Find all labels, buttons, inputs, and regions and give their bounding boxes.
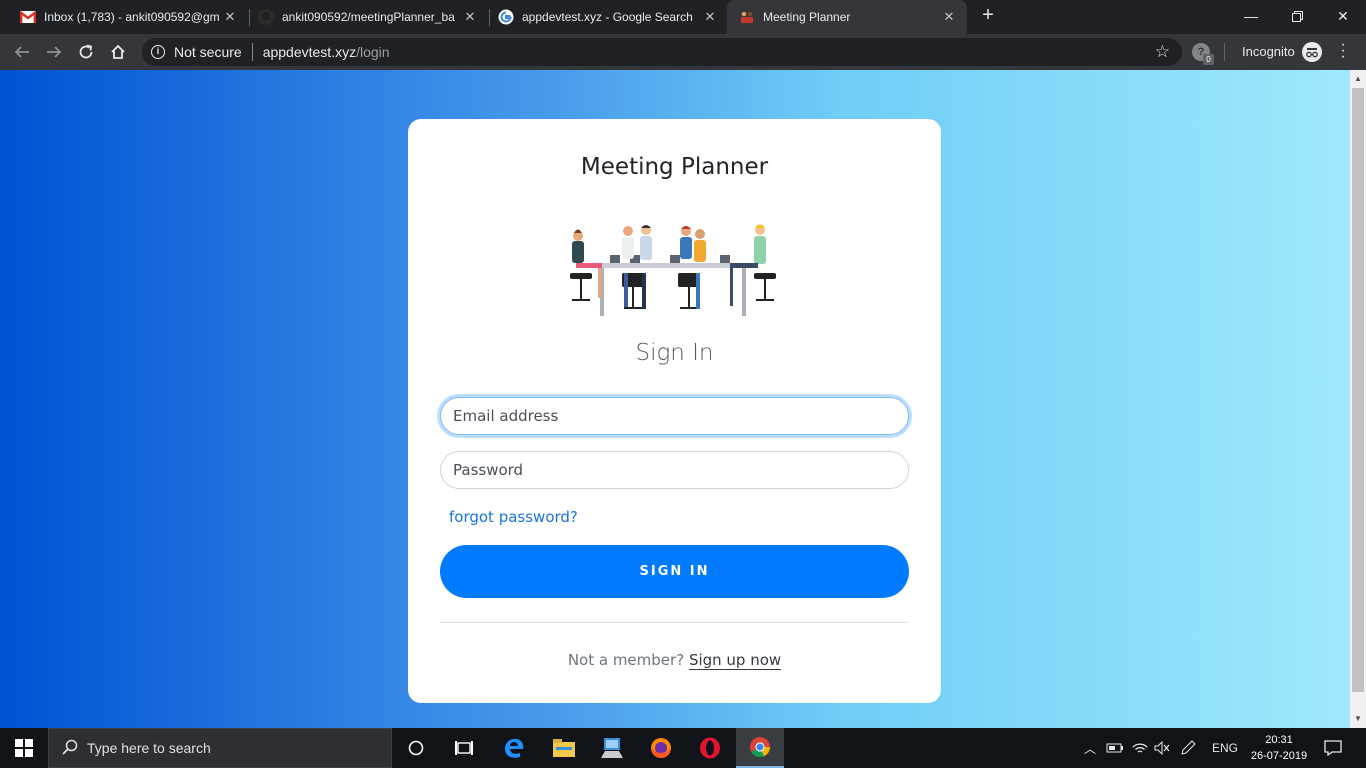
tab-title: ankit090592/meetingPlanner_ba: [282, 10, 455, 24]
scrollbar-thumb[interactable]: [1352, 88, 1364, 692]
firefox-icon[interactable]: [637, 728, 685, 768]
clock-time: 20:31: [1265, 734, 1293, 746]
computer-app-icon[interactable]: [588, 728, 636, 768]
task-view-icon[interactable]: [440, 728, 488, 768]
gmail-icon: [20, 9, 36, 25]
tab-title: appdevtest.xyz - Google Search: [522, 10, 693, 24]
browser-toolbar: i Not secure appdevtest.xyz/login ☆ ? 0 …: [0, 34, 1366, 70]
close-window-icon[interactable]: ✕: [1320, 0, 1366, 32]
pen-icon[interactable]: [1180, 728, 1196, 768]
back-icon[interactable]: [10, 40, 34, 64]
google-icon: [498, 9, 514, 25]
windows-start-icon[interactable]: [0, 728, 48, 768]
extension-badge: 0: [1203, 54, 1214, 65]
incognito-icon[interactable]: [1302, 42, 1322, 62]
edge-icon[interactable]: [490, 728, 538, 768]
toolbar-divider: [1224, 43, 1225, 61]
url-path: /login: [356, 44, 390, 60]
tray-chevron-icon[interactable]: ︿: [1084, 728, 1098, 768]
browser-tab-strip: Inbox (1,783) - ankit090592@gm ✕ ankit09…: [0, 0, 1366, 34]
search-placeholder: Type here to search: [87, 740, 211, 756]
volume-muted-icon[interactable]: [1154, 728, 1170, 768]
address-bar[interactable]: i Not secure appdevtest.xyz/login ☆: [142, 38, 1182, 66]
taskbar-search-box[interactable]: Type here to search: [48, 728, 392, 768]
language-indicator[interactable]: ENG: [1212, 728, 1238, 768]
app-title: Meeting Planner: [580, 154, 769, 180]
signup-prompt: Not a member? Sign up now: [408, 651, 941, 670]
battery-icon[interactable]: [1106, 728, 1124, 768]
notifications-icon[interactable]: [1324, 728, 1342, 768]
bookmark-star-icon[interactable]: ☆: [1155, 42, 1170, 62]
restore-icon[interactable]: [1274, 0, 1320, 32]
browser-menu-icon[interactable]: · · ·: [1338, 37, 1348, 65]
info-icon[interactable]: i: [151, 45, 165, 59]
tab-google-search[interactable]: appdevtest.xyz - Google Search ✕: [478, 0, 728, 34]
home-icon[interactable]: [106, 40, 130, 64]
signin-heading: Sign In: [635, 340, 714, 366]
security-label[interactable]: Not secure: [174, 44, 242, 60]
github-icon: [258, 9, 274, 25]
close-tab-icon[interactable]: ✕: [941, 9, 957, 25]
omnibox-divider: [251, 43, 253, 61]
wifi-icon[interactable]: [1132, 728, 1148, 768]
taskbar-clock[interactable]: 20:31 26-07-2019: [1244, 732, 1314, 764]
close-tab-icon[interactable]: ✕: [222, 9, 238, 25]
tab-github[interactable]: ankit090592/meetingPlanner_ba ✕: [240, 0, 488, 34]
meeting-favicon-icon: [739, 9, 755, 25]
incognito-label[interactable]: Incognito: [1242, 44, 1295, 59]
file-explorer-icon[interactable]: [540, 728, 588, 768]
page-viewport: Meeting Planner Sign In Email address fo…: [0, 70, 1350, 728]
windows-taskbar: Type here to search ︿ ENG 20:31 26-07-20…: [0, 728, 1366, 768]
email-field[interactable]: [440, 397, 909, 435]
password-field[interactable]: [440, 451, 909, 489]
chrome-icon[interactable]: [736, 728, 784, 768]
forward-icon[interactable]: [42, 40, 66, 64]
card-divider: [440, 622, 909, 623]
cortana-icon[interactable]: [392, 728, 440, 768]
reload-icon[interactable]: [74, 40, 98, 64]
page-scrollbar[interactable]: ▲ ▼: [1350, 70, 1366, 728]
tab-title: Inbox (1,783) - ankit090592@gm: [44, 10, 220, 24]
signin-button[interactable]: SIGN IN: [440, 545, 909, 598]
close-tab-icon[interactable]: ✕: [462, 9, 478, 25]
search-icon: [62, 739, 78, 758]
not-member-text: Not a member?: [567, 651, 685, 669]
opera-icon[interactable]: [686, 728, 734, 768]
scroll-down-icon[interactable]: ▼: [1350, 714, 1366, 723]
tab-title: Meeting Planner: [763, 10, 851, 24]
scroll-up-icon[interactable]: ▲: [1350, 74, 1366, 83]
new-tab-icon[interactable]: +: [978, 5, 998, 26]
forgot-password-link[interactable]: forgot password?: [449, 508, 578, 526]
url-host: appdevtest.xyz: [262, 44, 357, 60]
clock-date: 26-07-2019: [1250, 750, 1308, 762]
meeting-illustration: [570, 224, 776, 316]
tab-gmail[interactable]: Inbox (1,783) - ankit090592@gm ✕: [0, 0, 248, 34]
tab-meeting-planner[interactable]: Meeting Planner ✕: [727, 0, 967, 34]
login-card: Meeting Planner Sign In Email address fo…: [408, 119, 941, 703]
minimize-icon[interactable]: —: [1228, 0, 1274, 32]
close-tab-icon[interactable]: ✕: [702, 9, 718, 25]
signup-link[interactable]: Sign up now: [688, 651, 782, 670]
